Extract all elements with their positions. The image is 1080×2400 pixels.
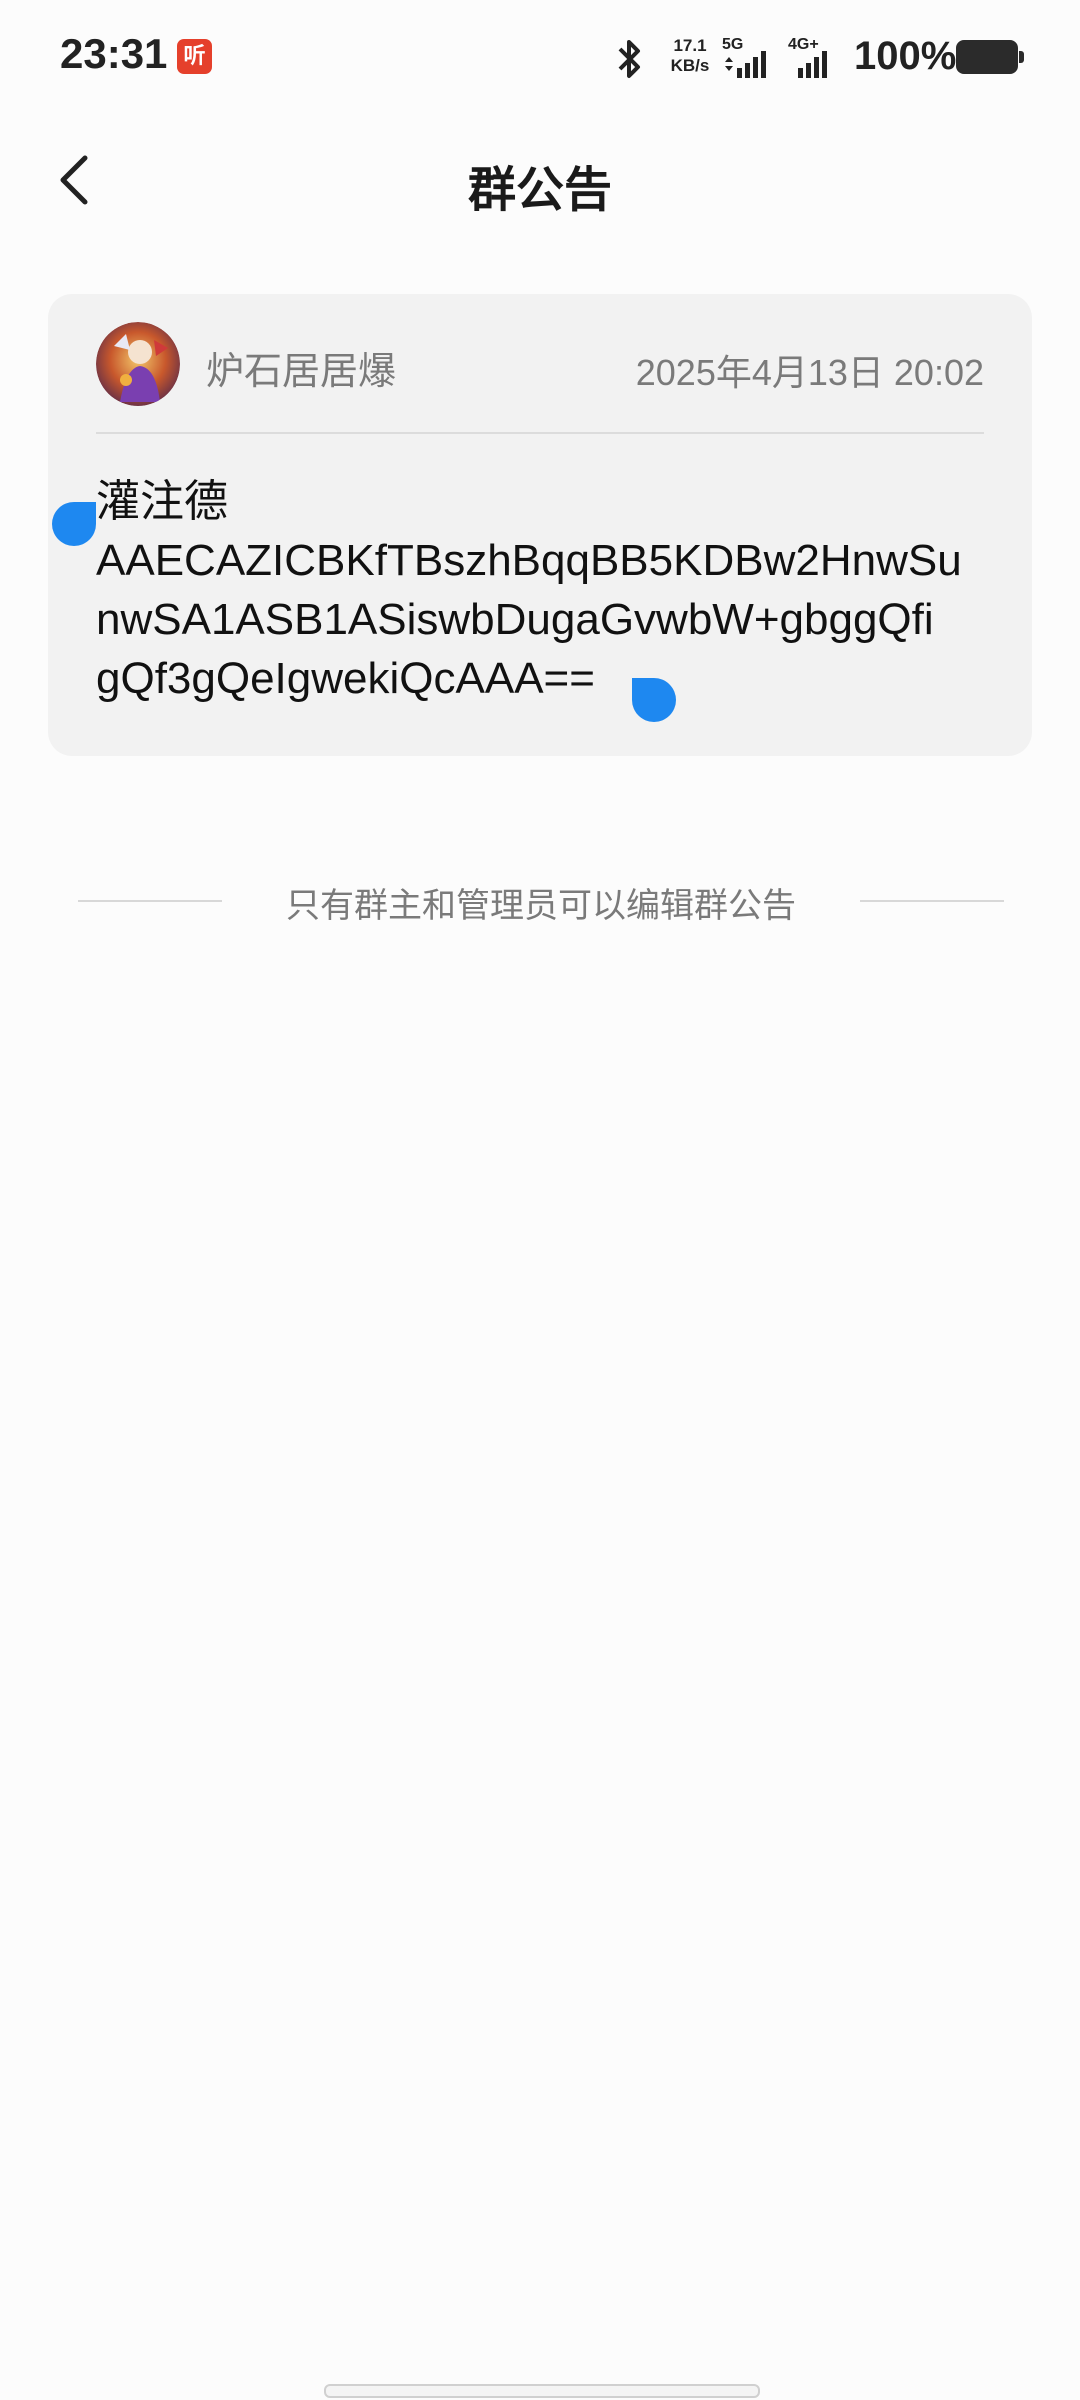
home-indicator[interactable]: [324, 2384, 760, 2398]
author-row: 炉石居居爆 2025年4月13日 20:02: [96, 322, 984, 406]
announcement-card: 炉石居居爆 2025年4月13日 20:02 灌注德 AAECAZICBKfTB…: [48, 294, 1032, 756]
announcement-line: 灌注德: [96, 477, 228, 526]
network-speed-unit: KB/s: [670, 56, 710, 75]
announcement-text[interactable]: 灌注德 AAECAZICBKfTBszhBqqBB5KDBw2HnwSu nwS…: [96, 472, 996, 708]
network-speed-value: 17.1: [673, 36, 707, 55]
note-text: 只有群主和管理员可以编辑群公告: [286, 886, 796, 926]
status-time: 23:31: [60, 30, 168, 77]
listening-app-badge-icon: 听: [177, 39, 212, 74]
author-name: 炉石居居爆: [206, 349, 397, 393]
post-timestamp: 2025年4月13日 20:02: [635, 352, 984, 393]
page-title: 群公告: [467, 162, 612, 218]
network-speed: 17.1 KB/s: [660, 36, 720, 76]
selection-end-handle[interactable]: [632, 678, 676, 722]
signal-4g-icon: [798, 51, 827, 78]
bluetooth-icon: [618, 40, 640, 78]
battery-icon: [956, 40, 1024, 74]
selection-start-handle[interactable]: [52, 502, 96, 546]
announcement-line: AAECAZICBKfTBszhBqqBB5KDBw2HnwSu: [96, 536, 962, 585]
battery-percentage: 100%: [854, 34, 957, 78]
header-bar: 群公告: [0, 130, 1080, 230]
card-divider: [96, 432, 984, 434]
avatar[interactable]: [96, 322, 180, 406]
note-divider-right: [860, 900, 1004, 902]
announcement-line: gQf3gQeIgwekiQcAAA==: [96, 654, 595, 703]
screen: 23:31 听 17.1 KB/s 5G 4G+ 100% 群公告 炉石居居爆 …: [0, 0, 1080, 2400]
edit-permission-note: 只有群主和管理员可以编辑群公告: [78, 872, 1004, 928]
signal-5g-icon: [725, 51, 766, 78]
status-bar: 23:31 听 17.1 KB/s 5G 4G+ 100%: [0, 0, 1080, 120]
announcement-line: nwSA1ASB1ASiswbDugaGvwbW+gbggQfi: [96, 595, 934, 644]
avatar-image: [96, 322, 180, 406]
